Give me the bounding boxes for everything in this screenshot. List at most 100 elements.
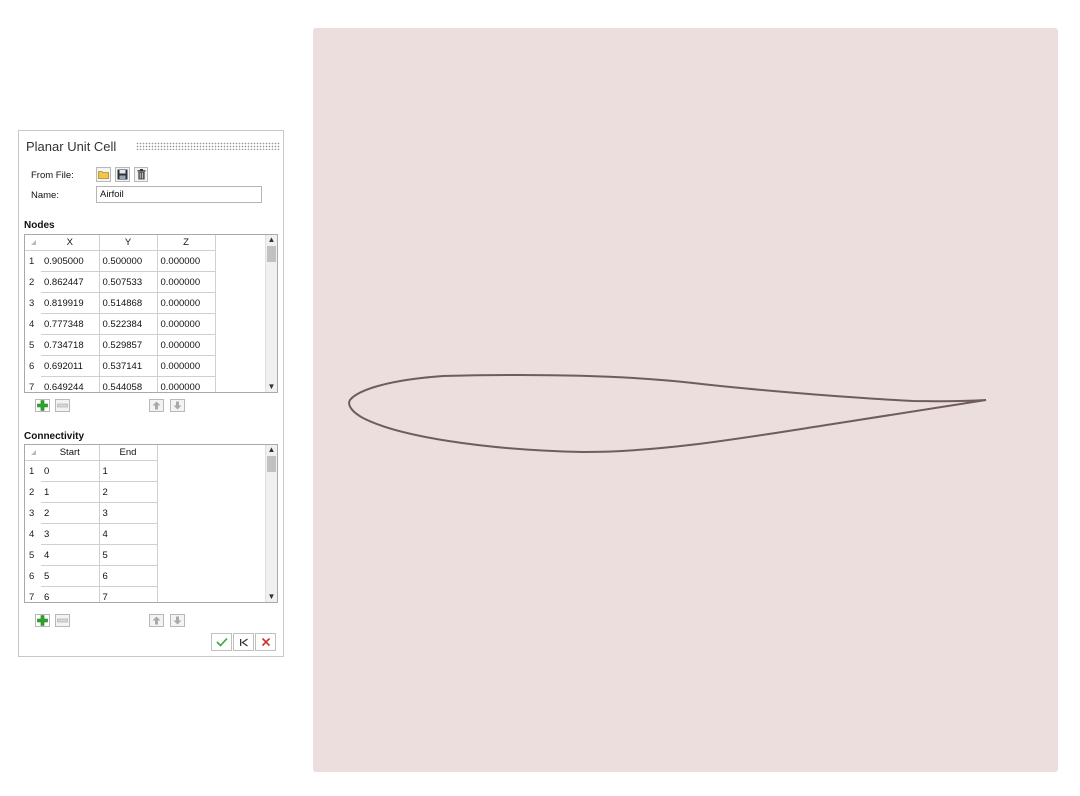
cell-x[interactable]: 0.777348 <box>41 313 100 335</box>
cell-start[interactable]: 2 <box>41 502 100 524</box>
cell-start[interactable]: 6 <box>41 586 100 602</box>
reset-button[interactable] <box>233 633 254 651</box>
cell-end[interactable]: 2 <box>99 481 158 503</box>
move-up-icon <box>152 616 161 625</box>
cell-z[interactable]: 0.000000 <box>157 355 216 377</box>
panel-drag-grip[interactable] <box>136 142 280 150</box>
empty-cell <box>215 377 267 393</box>
from-file-label: From File: <box>31 170 74 181</box>
cell-y[interactable]: 0.514868 <box>99 292 158 314</box>
cell-end[interactable]: 3 <box>99 502 158 524</box>
cell-y[interactable]: 0.507533 <box>99 271 158 293</box>
cell-x[interactable]: 0.734718 <box>41 334 100 356</box>
table-row[interactable]: 323 <box>25 502 267 524</box>
cell-y[interactable]: 0.529857 <box>99 334 158 356</box>
remove-connection-button[interactable] <box>55 614 70 627</box>
table-row[interactable]: 5 0.734718 0.529857 0.000000 <box>25 334 267 356</box>
unit-cell-canvas[interactable] <box>313 28 1058 772</box>
delete-file-button[interactable] <box>134 167 148 182</box>
remove-node-button[interactable] <box>55 399 70 412</box>
cell-start[interactable]: 1 <box>41 481 100 503</box>
nodes-grid[interactable]: X Y Z 1 0.905000 0.500000 0.000000 2 0.86244… <box>24 234 278 393</box>
table-row[interactable]: 101 <box>25 460 267 482</box>
table-row[interactable]: 212 <box>25 481 267 503</box>
row-number: 1 <box>29 465 35 477</box>
cell-z[interactable]: 0.000000 <box>157 250 216 272</box>
table-row[interactable]: 1 0.905000 0.500000 0.000000 <box>25 250 267 272</box>
row-number: 4 <box>29 318 35 330</box>
move-node-down-button[interactable] <box>170 399 185 412</box>
add-node-button[interactable] <box>35 399 50 412</box>
cell-y[interactable]: 0.500000 <box>99 250 158 272</box>
open-file-button[interactable] <box>96 167 111 182</box>
name-input[interactable] <box>96 186 262 203</box>
grid-corner <box>25 235 41 251</box>
row-number: 1 <box>29 255 35 267</box>
scroll-down-arrow-icon[interactable]: ▼ <box>266 592 277 602</box>
cell-x[interactable]: 0.905000 <box>41 250 100 272</box>
airfoil-drawing <box>348 373 987 454</box>
scroll-up-arrow-icon[interactable]: ▲ <box>266 445 277 455</box>
row-number: 5 <box>29 339 35 351</box>
cell-z[interactable]: 0.000000 <box>157 313 216 335</box>
table-row[interactable]: 545 <box>25 544 267 566</box>
row-number: 6 <box>29 570 35 582</box>
move-node-up-button[interactable] <box>149 399 164 412</box>
scroll-thumb[interactable] <box>267 456 276 472</box>
planar-unit-cell-panel: Planar Unit Cell From File: Name: Nodes <box>18 130 284 657</box>
table-row[interactable]: 7 0.649244 0.544058 0.000000 <box>25 376 267 393</box>
empty-cell <box>157 461 267 482</box>
cell-x[interactable]: 0.692011 <box>41 355 100 377</box>
cell-x[interactable]: 0.862447 <box>41 271 100 293</box>
column-header-start[interactable]: Start <box>41 445 100 461</box>
column-header-y[interactable]: Y <box>99 235 158 251</box>
trash-icon <box>137 169 145 180</box>
cell-y[interactable]: 0.522384 <box>99 313 158 335</box>
add-connection-button[interactable] <box>35 614 50 627</box>
connectivity-grid[interactable]: Start End 101 212 323 434 545 656 767 ▲ … <box>24 444 278 603</box>
table-row[interactable]: 656 <box>25 565 267 587</box>
scroll-thumb[interactable] <box>267 246 276 262</box>
column-header-x[interactable]: X <box>41 235 100 251</box>
cell-start[interactable]: 5 <box>41 565 100 587</box>
column-header-z[interactable]: Z <box>157 235 216 251</box>
cell-start[interactable]: 4 <box>41 544 100 566</box>
accept-button[interactable] <box>211 633 232 651</box>
move-connection-up-button[interactable] <box>149 614 164 627</box>
cell-start[interactable]: 0 <box>41 460 100 482</box>
cell-y[interactable]: 0.537141 <box>99 355 158 377</box>
empty-header <box>157 445 267 461</box>
cell-z[interactable]: 0.000000 <box>157 334 216 356</box>
cell-end[interactable]: 1 <box>99 460 158 482</box>
cell-x[interactable]: 0.819919 <box>41 292 100 314</box>
cell-start[interactable]: 3 <box>41 523 100 545</box>
cell-y[interactable]: 0.544058 <box>99 376 158 392</box>
table-row[interactable]: 6 0.692011 0.537141 0.000000 <box>25 355 267 377</box>
row-number: 7 <box>29 591 35 603</box>
save-icon <box>117 169 128 180</box>
cell-z[interactable]: 0.000000 <box>157 271 216 293</box>
scroll-down-arrow-icon[interactable]: ▼ <box>266 382 277 392</box>
cancel-button[interactable] <box>255 633 276 651</box>
column-header-end[interactable]: End <box>99 445 158 461</box>
minus-icon <box>57 403 68 408</box>
scroll-up-arrow-icon[interactable]: ▲ <box>266 235 277 245</box>
table-row[interactable]: 4 0.777348 0.522384 0.000000 <box>25 313 267 335</box>
table-row[interactable]: 2 0.862447 0.507533 0.000000 <box>25 271 267 293</box>
cell-end[interactable]: 5 <box>99 544 158 566</box>
cell-x[interactable]: 0.649244 <box>41 376 100 392</box>
cell-z[interactable]: 0.000000 <box>157 376 216 392</box>
table-row[interactable]: 767 <box>25 586 267 603</box>
nodes-scrollbar[interactable]: ▲ ▼ <box>265 235 277 392</box>
cell-end[interactable]: 6 <box>99 565 158 587</box>
connectivity-scrollbar[interactable]: ▲ ▼ <box>265 445 277 602</box>
cell-end[interactable]: 4 <box>99 523 158 545</box>
table-row[interactable]: 434 <box>25 523 267 545</box>
plus-icon <box>37 400 48 411</box>
move-connection-down-button[interactable] <box>170 614 185 627</box>
cell-z[interactable]: 0.000000 <box>157 292 216 314</box>
cell-end[interactable]: 7 <box>99 586 158 602</box>
save-file-button[interactable] <box>115 167 130 182</box>
row-number: 2 <box>29 276 35 288</box>
table-row[interactable]: 3 0.819919 0.514868 0.000000 <box>25 292 267 314</box>
